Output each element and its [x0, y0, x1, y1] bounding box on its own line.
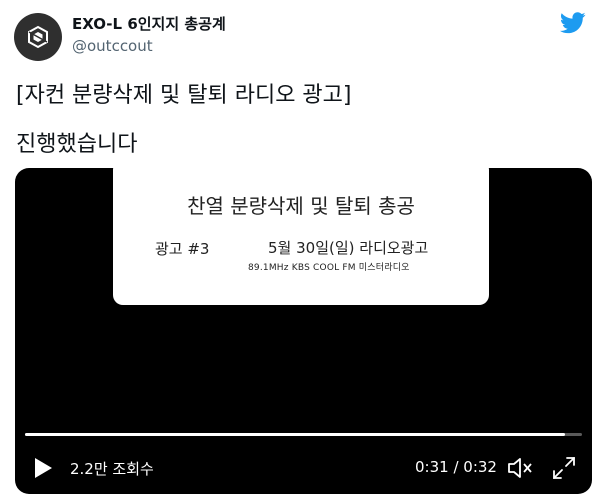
avatar[interactable]	[14, 13, 62, 61]
progress-bar[interactable]	[25, 433, 582, 436]
volume-muted-icon[interactable]	[507, 457, 533, 479]
time-display: 0:31 / 0:32	[415, 458, 497, 476]
user-handle[interactable]: @outccout	[72, 37, 153, 55]
tweet-text-line-1: [자컨 분량삭제 및 탈퇴 라디오 광고]	[16, 83, 352, 108]
progress-fill	[25, 433, 566, 436]
station-info: 89.1MHz KBS COOL FM 미스터라디오	[248, 263, 410, 273]
broadcast-date: 5월 30일(일) 라디오광고	[268, 239, 429, 257]
card-title: 찬열 분량삭제 및 탈퇴 총공	[187, 194, 415, 218]
exo-logo-icon	[28, 25, 48, 49]
twitter-bird-icon[interactable]	[560, 12, 586, 34]
view-count: 2.2만 조회수	[70, 460, 154, 478]
video-player[interactable]: 찬열 분량삭제 및 탈퇴 총공 광고 #3 5월 30일(일) 라디오광고 89…	[15, 168, 592, 494]
video-title-card: 찬열 분량삭제 및 탈퇴 총공 광고 #3 5월 30일(일) 라디오광고 89…	[113, 168, 489, 305]
tweet-text-line-2: 진행했습니다	[16, 132, 138, 157]
ad-number: 광고 #3	[155, 240, 210, 258]
play-icon[interactable]	[33, 457, 53, 479]
display-name[interactable]: EXO-L 6인지지 총공계	[72, 13, 226, 34]
fullscreen-icon[interactable]	[552, 456, 576, 480]
